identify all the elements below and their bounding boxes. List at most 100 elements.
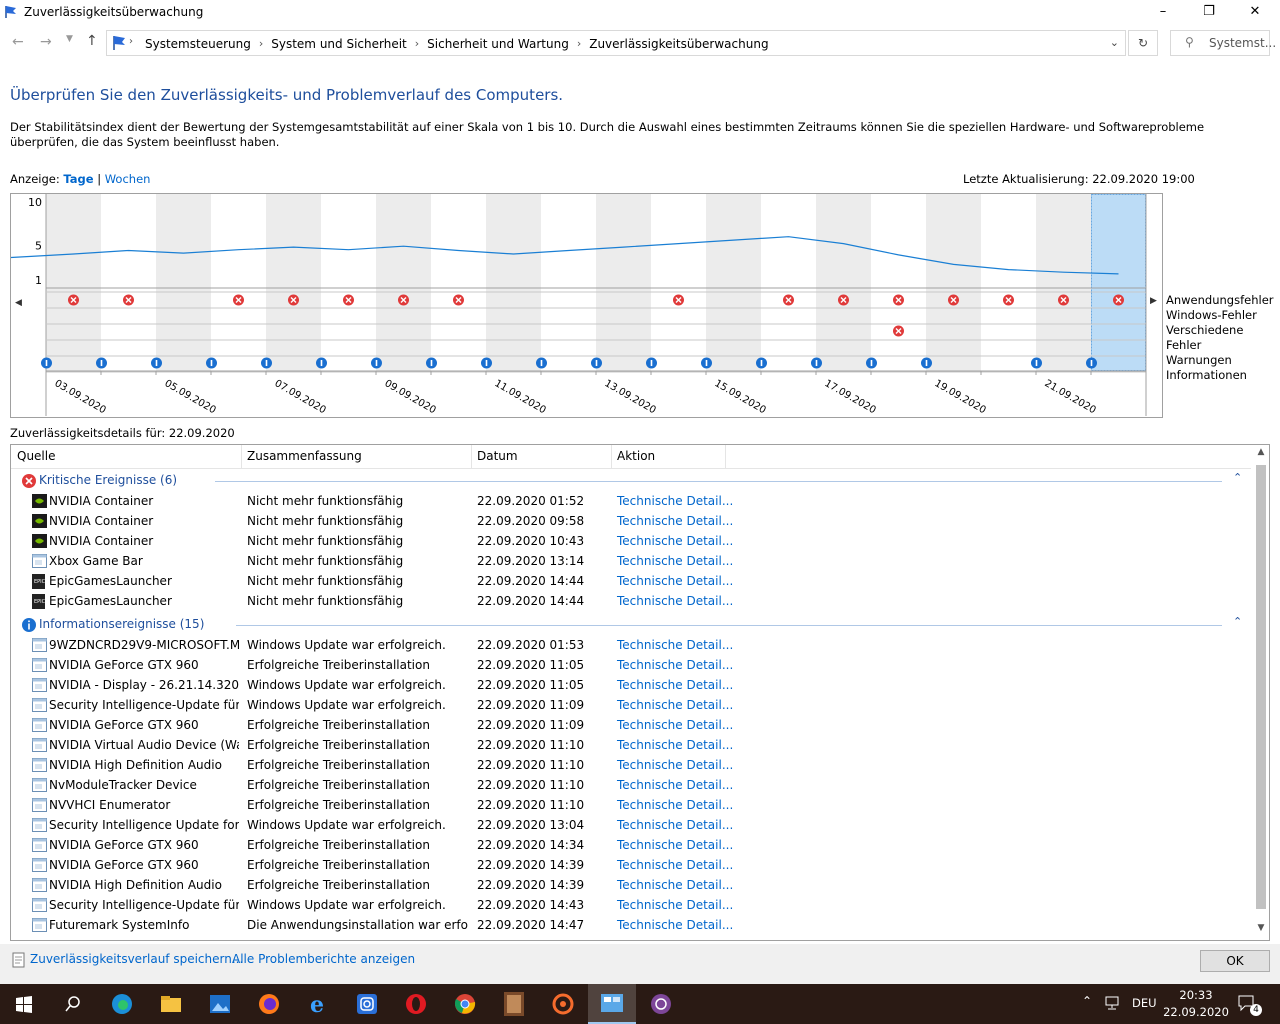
technical-details-link[interactable]: Technische Detail...: [617, 494, 733, 508]
reliability-chart[interactable]: 10 5 1 03.09.2020 05.09.2020 07.09.2020 09.09.…: [10, 193, 1163, 418]
column-datum[interactable]: Datum: [477, 449, 518, 463]
tray-chevron-up-icon[interactable]: ⌃: [1082, 994, 1092, 1008]
technical-details-link[interactable]: Technische Detail...: [617, 574, 733, 588]
taskbar-start-button[interactable]: [0, 984, 48, 1024]
table-row[interactable]: NVIDIA GeForce GTX 960 Erfolgreiche Trei…: [11, 715, 1251, 735]
chevron-right-icon[interactable]: ›: [257, 37, 265, 53]
technical-details-link[interactable]: Technische Detail...: [617, 554, 733, 568]
technical-details-link[interactable]: Technische Detail...: [617, 738, 733, 752]
table-row[interactable]: NVIDIA GeForce GTX 960 Erfolgreiche Trei…: [11, 855, 1251, 875]
refresh-button[interactable]: ↻: [1128, 30, 1158, 56]
table-row[interactable]: EPIC EpicGamesLauncher Nicht mehr funkti…: [11, 591, 1251, 611]
technical-details-link[interactable]: Technische Detail...: [617, 514, 733, 528]
taskbar-internet-explorer-button[interactable]: e: [294, 984, 342, 1024]
scroll-right-icon[interactable]: ▶: [1150, 296, 1157, 306]
table-row[interactable]: 9WZDNCRD29V9-MICROSOFT.MI... Windows Upd…: [11, 635, 1251, 655]
technical-details-link[interactable]: Technische Detail...: [617, 898, 733, 912]
collapse-chevron-icon[interactable]: ⌃: [1233, 615, 1242, 628]
technical-details-link[interactable]: Technische Detail...: [617, 838, 733, 852]
clock[interactable]: 20:33 22.09.2020: [1160, 987, 1232, 1021]
network-icon[interactable]: [1104, 994, 1122, 1015]
all-problem-reports-link[interactable]: Alle Problemberichte anzeigen: [232, 952, 415, 966]
column-quelle[interactable]: Quelle: [17, 449, 55, 463]
taskbar-opera-button[interactable]: [392, 984, 440, 1024]
back-arrow-icon[interactable]: ←: [12, 34, 24, 50]
taskbar-instagram-button[interactable]: [343, 984, 391, 1024]
close-button[interactable]: ✕: [1232, 0, 1278, 24]
taskbar-search-button[interactable]: [49, 984, 97, 1024]
language-indicator[interactable]: DEU: [1132, 996, 1157, 1010]
collapse-chevron-icon[interactable]: ⌃: [1233, 471, 1242, 484]
history-chevron-icon[interactable]: ▼: [66, 34, 73, 44]
minimize-button[interactable]: –: [1140, 0, 1186, 24]
table-row[interactable]: Security Intelligence Update for M... Wi…: [11, 815, 1251, 835]
forward-arrow-icon[interactable]: →: [40, 34, 52, 50]
technical-details-link[interactable]: Technische Detail...: [617, 818, 733, 832]
scroll-left-icon[interactable]: ◀: [15, 298, 22, 308]
table-row[interactable]: Security Intelligence-Update für M... Wi…: [11, 695, 1251, 715]
technical-details-link[interactable]: Technische Detail...: [617, 638, 733, 652]
taskbar-firefox-button[interactable]: [245, 984, 293, 1024]
taskbar-tor-button[interactable]: [637, 984, 685, 1024]
technical-details-link[interactable]: Technische Detail...: [617, 658, 733, 672]
taskbar-file-explorer-button[interactable]: [147, 984, 195, 1024]
taskbar-origin-button[interactable]: [539, 984, 587, 1024]
ok-button[interactable]: OK: [1200, 950, 1270, 972]
table-row[interactable]: Futuremark SystemInfo Die Anwendungsinst…: [11, 915, 1251, 935]
technical-details-link[interactable]: Technische Detail...: [617, 858, 733, 872]
group-header[interactable]: Informationsereignisse (15) ⌃: [17, 615, 1243, 635]
technical-details-link[interactable]: Technische Detail...: [617, 534, 733, 548]
technical-details-link[interactable]: Technische Detail...: [617, 778, 733, 792]
technical-details-link[interactable]: Technische Detail...: [617, 758, 733, 772]
technical-details-link[interactable]: Technische Detail...: [617, 718, 733, 732]
taskbar-chrome-button[interactable]: [441, 984, 489, 1024]
breadcrumb-zuverlaessigkeit[interactable]: Zuverlässigkeitsüberwachung: [583, 37, 774, 53]
technical-details-link[interactable]: Technische Detail...: [617, 798, 733, 812]
maximize-button[interactable]: ❐: [1186, 0, 1232, 24]
table-row[interactable]: NVIDIA Container Nicht mehr funktionsfäh…: [11, 531, 1251, 551]
view-weeks-link[interactable]: Wochen: [105, 172, 151, 186]
scrollbar-thumb[interactable]: [1256, 465, 1266, 909]
table-row[interactable]: Xbox Game Bar Nicht mehr funktionsfähig …: [11, 551, 1251, 571]
column-zusammenfassung[interactable]: Zusammenfassung: [247, 449, 362, 463]
breadcrumb-systemsteuerung[interactable]: Systemsteuerung: [139, 37, 257, 53]
row-summary: Windows Update war erfolgreich.: [247, 818, 446, 832]
search-input[interactable]: ⚲ Systemst...: [1170, 30, 1276, 56]
table-row[interactable]: NVIDIA - Display - 26.21.14.3200 Windows…: [11, 675, 1251, 695]
table-row[interactable]: NVIDIA Container Nicht mehr funktionsfäh…: [11, 491, 1251, 511]
table-row[interactable]: NvModuleTracker Device Erfolgreiche Trei…: [11, 775, 1251, 795]
technical-details-link[interactable]: Technische Detail...: [617, 918, 733, 932]
taskbar-photos-button[interactable]: [196, 984, 244, 1024]
table-row[interactable]: NVVHCI Enumerator Erfolgreiche Treiberin…: [11, 795, 1251, 815]
breadcrumb-sicherheit-und-wartung[interactable]: Sicherheit und Wartung: [421, 37, 575, 53]
table-row[interactable]: NVIDIA GeForce GTX 960 Erfolgreiche Trei…: [11, 655, 1251, 675]
table-row[interactable]: NVIDIA Container Nicht mehr funktionsfäh…: [11, 511, 1251, 531]
view-days-link[interactable]: Tage: [63, 172, 93, 186]
table-row[interactable]: NVIDIA GeForce GTX 960 Erfolgreiche Trei…: [11, 835, 1251, 855]
taskbar-game-button[interactable]: [490, 984, 538, 1024]
chevron-right-icon[interactable]: ›: [413, 37, 421, 53]
technical-details-link[interactable]: Technische Detail...: [617, 698, 733, 712]
vertical-scrollbar[interactable]: ▲ ▼: [1253, 447, 1269, 939]
taskbar-control-panel-button[interactable]: [588, 984, 636, 1024]
save-history-link[interactable]: Zuverlässigkeitsverlauf speichern...: [30, 952, 243, 966]
column-aktion[interactable]: Aktion: [617, 449, 655, 463]
table-row[interactable]: NVIDIA Virtual Audio Device (Wav... Erfo…: [11, 735, 1251, 755]
breadcrumb-system-und-sicherheit[interactable]: System und Sicherheit: [265, 37, 413, 53]
table-row[interactable]: EPIC EpicGamesLauncher Nicht mehr funkti…: [11, 571, 1251, 591]
address-bar[interactable]: › Systemsteuerung › System und Sicherheit…: [106, 30, 1126, 56]
scroll-down-icon[interactable]: ▼: [1253, 923, 1269, 939]
technical-details-link[interactable]: Technische Detail...: [617, 594, 733, 608]
scroll-up-icon[interactable]: ▲: [1253, 447, 1269, 463]
taskbar-edge-button[interactable]: [98, 984, 146, 1024]
chevron-down-icon[interactable]: ⌄: [1110, 36, 1119, 49]
up-arrow-icon[interactable]: ↑: [86, 33, 98, 49]
table-row[interactable]: Security Intelligence-Update für M... Wi…: [11, 895, 1251, 915]
technical-details-link[interactable]: Technische Detail...: [617, 678, 733, 692]
row-date: 22.09.2020 11:10: [477, 738, 585, 752]
technical-details-link[interactable]: Technische Detail...: [617, 878, 733, 892]
table-row[interactable]: NVIDIA High Definition Audio Erfolgreich…: [11, 755, 1251, 775]
chevron-right-icon[interactable]: ›: [575, 37, 583, 53]
group-header[interactable]: Kritische Ereignisse (6) ⌃: [17, 471, 1243, 491]
table-row[interactable]: NVIDIA High Definition Audio Erfolgreich…: [11, 875, 1251, 895]
